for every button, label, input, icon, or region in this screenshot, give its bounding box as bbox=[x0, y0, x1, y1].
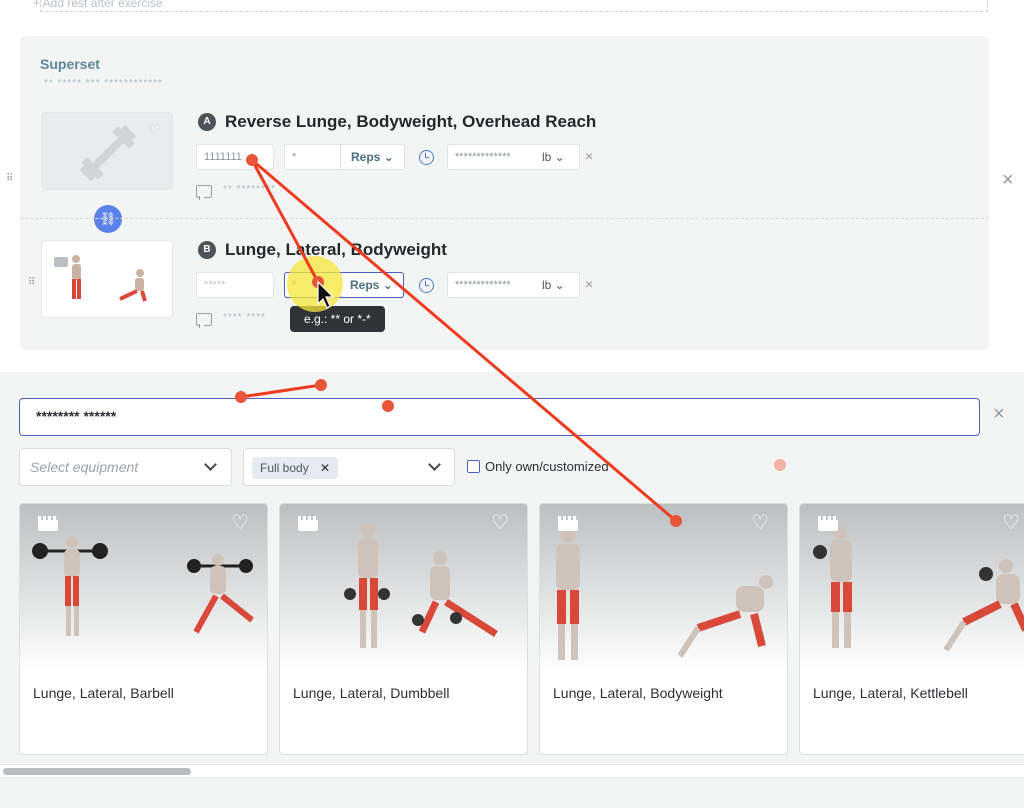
favorite-heart-icon[interactable]: ♡ bbox=[491, 513, 509, 533]
add-rest-label: + Add rest after exercise bbox=[33, 0, 163, 10]
workout-editor: + Add rest after exercise Superset ** **… bbox=[0, 0, 1024, 808]
body-part-chip-label: Full body bbox=[260, 461, 309, 475]
favorite-heart-icon[interactable]: ♡ bbox=[751, 513, 769, 533]
reps-unit-label: Reps bbox=[351, 150, 381, 164]
exercise-card[interactable]: ♡ Lunge, Lateral, Kettlebell bbox=[799, 503, 1024, 755]
exercise-a-sets-input[interactable]: 1111111 bbox=[196, 144, 274, 170]
exercise-a-name[interactable]: Reverse Lunge, Bodyweight, Overhead Reac… bbox=[225, 112, 596, 132]
body-part-select[interactable]: Full body ✕ bbox=[243, 448, 455, 486]
exercise-b-thumbnail[interactable] bbox=[41, 240, 173, 318]
lateral-lunge-illustration bbox=[72, 255, 147, 302]
weight-value: ************* bbox=[455, 151, 511, 163]
exercise-a-thumbnail[interactable]: ♡ bbox=[41, 112, 173, 190]
exercise-b-weight-input[interactable]: ************* lb ⌄ bbox=[447, 272, 580, 298]
chevron-down-icon: ⌄ bbox=[382, 278, 393, 292]
close-search-icon[interactable]: × bbox=[993, 404, 1005, 424]
exercise-a-reps-unit-dropdown[interactable]: Reps ⌄ bbox=[340, 144, 405, 170]
video-icon bbox=[558, 516, 578, 531]
exercise-b-name[interactable]: Lunge, Lateral, Bodyweight bbox=[225, 240, 447, 260]
only-own-label[interactable]: Only own/customized bbox=[485, 459, 609, 474]
equipment-placeholder: Select equipment bbox=[30, 459, 139, 475]
only-own-checkbox[interactable] bbox=[467, 460, 480, 473]
body-part-chip[interactable]: Full body ✕ bbox=[252, 457, 339, 479]
exercise-card[interactable]: ♡ Lunge, Lateral, Bodyweight bbox=[539, 503, 788, 755]
exercise-card-name: Lunge, Lateral, Kettlebell bbox=[813, 685, 968, 701]
superset-title: Superset bbox=[40, 56, 100, 72]
chevron-down-icon bbox=[428, 458, 441, 471]
reps-unit-label: Reps bbox=[350, 278, 380, 292]
rest-clock-icon[interactable] bbox=[419, 150, 434, 165]
exercise-b-note[interactable]: **** **** bbox=[223, 312, 266, 323]
favorite-heart-icon[interactable]: ♡ bbox=[231, 513, 249, 533]
chevron-down-icon bbox=[204, 458, 217, 471]
exercise-card[interactable]: ♡ Lunge, Lateral, Dumbbell bbox=[279, 503, 528, 755]
favorite-heart-icon[interactable]: ♡ bbox=[1002, 513, 1020, 533]
video-icon bbox=[298, 516, 318, 531]
equipment-select[interactable]: Select equipment bbox=[19, 448, 232, 486]
exercise-b-sets-input[interactable]: ***** bbox=[196, 272, 274, 298]
exercise-card-name: Lunge, Lateral, Bodyweight bbox=[553, 685, 723, 701]
exercise-library: ******** ****** × Select equipment Full … bbox=[0, 372, 1024, 808]
weight-value: ************* bbox=[455, 279, 511, 291]
video-icon bbox=[54, 257, 68, 267]
exercise-card[interactable]: ♡ Lunge, Lateral, Barbell bbox=[19, 503, 268, 755]
exercise-a-badge: A bbox=[198, 113, 216, 131]
exercise-a-reps-input[interactable]: * bbox=[284, 144, 344, 170]
favorite-heart-icon[interactable]: ♡ bbox=[148, 123, 161, 138]
drag-handle-icon[interactable]: ⠿ bbox=[28, 278, 35, 288]
weight-unit[interactable]: lb ⌄ bbox=[542, 150, 565, 164]
rest-clock-icon[interactable] bbox=[419, 278, 434, 293]
reps-format-tooltip: e.g.: ** or *-* bbox=[290, 306, 385, 332]
exercise-card-name: Lunge, Lateral, Barbell bbox=[33, 685, 174, 701]
comment-icon[interactable] bbox=[196, 185, 212, 200]
exercise-a-weight-input[interactable]: ************* lb ⌄ bbox=[447, 144, 580, 170]
drag-handle-icon[interactable]: ⠿ bbox=[6, 174, 13, 184]
remove-superset-close-icon[interactable]: × bbox=[1002, 170, 1014, 190]
comment-icon[interactable] bbox=[196, 313, 212, 328]
remove-weight-icon[interactable]: × bbox=[585, 149, 593, 163]
video-icon bbox=[38, 516, 58, 531]
weight-unit[interactable]: lb ⌄ bbox=[542, 278, 565, 292]
chevron-down-icon: ⌄ bbox=[383, 150, 394, 164]
scrollbar-thumb[interactable] bbox=[3, 768, 191, 775]
superset-panel: Superset ** ***** *** ************ ♡ A R… bbox=[6, 36, 989, 350]
exercise-a-note[interactable]: ** ******** bbox=[223, 184, 276, 195]
remove-weight-icon[interactable]: × bbox=[585, 277, 593, 291]
exercise-card-name: Lunge, Lateral, Dumbbell bbox=[293, 685, 450, 701]
superset-subtitle: ** ***** *** ************ bbox=[44, 78, 163, 89]
remove-chip-icon[interactable]: ✕ bbox=[320, 461, 330, 475]
exercise-b-badge: B bbox=[198, 241, 216, 259]
exercise-b-reps-input[interactable]: * bbox=[284, 272, 344, 298]
exercise-divider bbox=[20, 218, 989, 219]
exercise-search-input[interactable]: ******** ****** bbox=[19, 398, 980, 436]
video-icon bbox=[818, 516, 838, 531]
horizontal-scrollbar[interactable] bbox=[0, 764, 1024, 778]
exercise-b-reps-unit-dropdown[interactable]: Reps ⌄ bbox=[340, 272, 404, 298]
link-icon[interactable]: ⛓ bbox=[94, 205, 122, 233]
add-rest-row[interactable]: + Add rest after exercise bbox=[33, 0, 988, 12]
